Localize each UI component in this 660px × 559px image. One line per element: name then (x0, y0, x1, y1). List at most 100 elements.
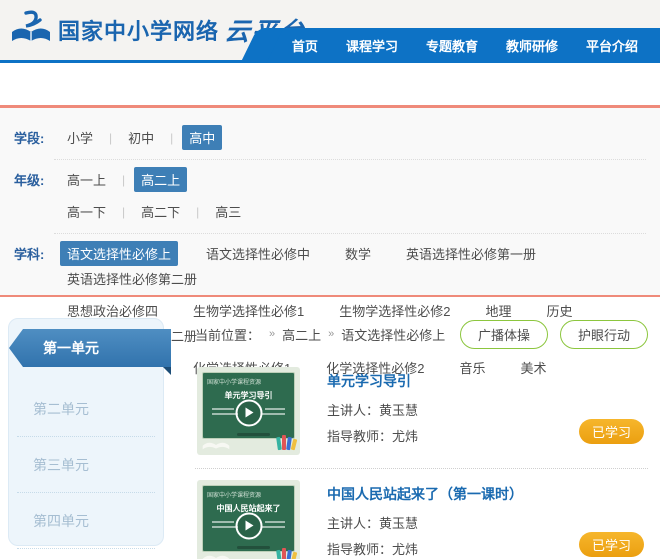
subject-options-line1: | 语文选择性必修上 | 语文选择性必修中 | 数学 (60, 241, 646, 291)
chalk-tray (237, 433, 270, 436)
play-icon[interactable] (235, 399, 262, 426)
stage-chip[interactable]: 小学 (60, 125, 100, 150)
video-card: 国家中小学课程资源 单元学习导引 (195, 356, 648, 468)
unit-label: 第二单元 (33, 399, 89, 419)
breadcrumb-item[interactable]: 高二上 (282, 325, 321, 344)
books-stack-icon (277, 435, 296, 450)
chalk-text-line (265, 521, 285, 523)
grade-option: | 高一上 (60, 167, 113, 192)
chalk-text-line (265, 408, 285, 410)
stage-option: | 初中 (100, 125, 161, 150)
breadcrumb-label: 当前位置： (195, 325, 260, 344)
advisor-name: 尤炜 (392, 542, 418, 557)
lecturer-label: 主讲人： (327, 403, 379, 418)
grade-option: | 高三 (187, 199, 248, 224)
pipe-divider: | (196, 205, 199, 219)
app-window: 国家中小学网络 云平台 首页 课程学习 专题教育 教师研修 平台介绍 学段: (0, 0, 660, 559)
sidebar-unit-item[interactable]: 第二单元 (17, 381, 155, 437)
video-list: 国家中小学课程资源 单元学习导引 (195, 356, 648, 559)
subject-option: | 语文选择性必修上 (60, 241, 178, 266)
subject-option: | 数学 (338, 241, 378, 266)
unit-label: 第四单元 (33, 511, 89, 531)
grade-option: | 高二下 (113, 199, 187, 224)
subject-chip[interactable]: 语文选择性必修上 (60, 241, 178, 266)
advisor-label: 指导教师： (327, 429, 392, 444)
unit-list: 第一单元 第二单元 第三单元 第四单元 (9, 329, 163, 549)
thumb-header-text: 国家中小学课程资源 (207, 490, 290, 499)
advisor-label: 指导教师： (327, 542, 392, 557)
logo-text: 国家中小学网络 (58, 14, 219, 46)
video-title[interactable]: 中国人民站起来了（第一课时） (327, 484, 523, 504)
ribbon-fold (163, 367, 171, 375)
grade-chip[interactable]: 高二上 (134, 167, 187, 192)
action-pill-button[interactable]: 护眼行动 (560, 320, 648, 349)
video-advisor: 指导教师：尤炜 (327, 424, 418, 450)
sidebar-unit-item[interactable]: 第一单元 (9, 329, 171, 367)
video-lecturer: 主讲人：黄玉慧 (327, 398, 418, 424)
breadcrumb-arrow: » (269, 328, 275, 340)
grade-label: 年级: (14, 167, 60, 189)
nav-item[interactable]: 专题教育 (412, 36, 492, 55)
subject-option: | 英语选择性必修第二册 (60, 266, 204, 291)
stage-option: | 小学 (60, 125, 100, 150)
action-pill-button[interactable]: 广播体操 (460, 320, 548, 349)
main-content: 当前位置： » 高二上 » 语文选择性必修上 广播体操 护眼行动 (195, 320, 648, 559)
stage-chip[interactable]: 初中 (121, 125, 161, 150)
breadcrumb-item[interactable]: 语文选择性必修上 (341, 325, 445, 344)
subject-chip[interactable]: 英语选择性必修第二册 (60, 266, 204, 291)
nav-list: 首页 课程学习 专题教育 教师研修 平台介绍 (260, 28, 660, 63)
status-badge-learned: 已学习 (579, 532, 644, 557)
chalk-tray (237, 546, 270, 549)
status-badge-learned: 已学习 (579, 419, 644, 444)
subject-chip[interactable]: 数学 (338, 241, 378, 266)
chalk-text-line (261, 526, 285, 528)
nav-item[interactable]: 首页 (278, 36, 332, 55)
books-stack-icon (277, 548, 296, 559)
topbar: 当前位置： » 高二上 » 语文选择性必修上 广播体操 护眼行动 (195, 320, 648, 348)
subject-chip[interactable]: 英语选择性必修第一册 (399, 241, 543, 266)
thumb-header-text: 国家中小学课程资源 (207, 377, 290, 386)
video-advisor: 指导教师：尤炜 (327, 537, 523, 559)
nav-item[interactable]: 平台介绍 (572, 36, 652, 55)
pipe-divider: | (122, 205, 125, 219)
chalk-text-line (212, 521, 234, 523)
grade-options-line2: | 高一下 | 高二下 | 高三 (60, 199, 646, 224)
breadcrumb-arrow: » (328, 328, 334, 340)
sidebar-unit-item[interactable]: 第四单元 (17, 493, 155, 549)
filter-row-grade: 年级: | 高一上 | 高二上 (14, 160, 646, 233)
filter-row-stage: 学段: | 小学 | 初中 | (14, 118, 646, 159)
stage-option: | 高中 (161, 125, 222, 150)
subject-option: | 英语选择性必修第一册 (399, 241, 543, 266)
chalk-text-line (212, 408, 234, 410)
subject-chip[interactable]: 语文选择性必修中 (199, 241, 317, 266)
nav-item[interactable]: 教师研修 (492, 36, 572, 55)
nav-item[interactable]: 课程学习 (332, 36, 412, 55)
grade-chip[interactable]: 高二下 (134, 199, 187, 224)
video-thumbnail[interactable]: 国家中小学课程资源 中国人民站起来了 (197, 480, 300, 559)
grade-options-line1: | 高一上 | 高二上 (60, 167, 646, 192)
advisor-name: 尤炜 (392, 429, 418, 444)
filter-panel: 学段: | 小学 | 初中 | (0, 105, 660, 297)
action-buttons: 广播体操 护眼行动 (460, 320, 648, 349)
grade-chip[interactable]: 高一下 (60, 199, 113, 224)
pipe-divider: | (170, 131, 173, 145)
lecturer-name: 黄玉慧 (379, 403, 418, 418)
stage-chip[interactable]: 高中 (182, 125, 222, 150)
main-nav: 首页 课程学习 专题教育 教师研修 平台介绍 (260, 28, 660, 63)
unit-sidebar: 第一单元 第二单元 第三单元 第四单元 (8, 318, 164, 546)
lecturer-label: 主讲人： (327, 516, 379, 531)
grade-chip[interactable]: 高一上 (60, 167, 113, 192)
video-info: 单元学习导引 主讲人：黄玉慧 指导教师：尤炜 (327, 367, 418, 455)
video-thumbnail[interactable]: 国家中小学课程资源 单元学习导引 (197, 367, 300, 455)
open-book-icon (202, 551, 230, 559)
breadcrumb: 当前位置： » 高二上 » 语文选择性必修上 (195, 325, 445, 344)
unit-label: 第三单元 (33, 455, 89, 475)
grade-option: | 高二上 (113, 167, 187, 192)
sidebar-unit-item[interactable]: 第三单元 (17, 437, 155, 493)
play-icon[interactable] (235, 512, 262, 539)
grade-chip[interactable]: 高三 (208, 199, 248, 224)
header: 国家中小学网络 云平台 首页 课程学习 专题教育 教师研修 平台介绍 (0, 0, 660, 63)
video-title[interactable]: 单元学习导引 (327, 371, 418, 391)
video-card: 国家中小学课程资源 中国人民站起来了 (195, 468, 648, 559)
logo-book-bird-icon (10, 10, 52, 50)
